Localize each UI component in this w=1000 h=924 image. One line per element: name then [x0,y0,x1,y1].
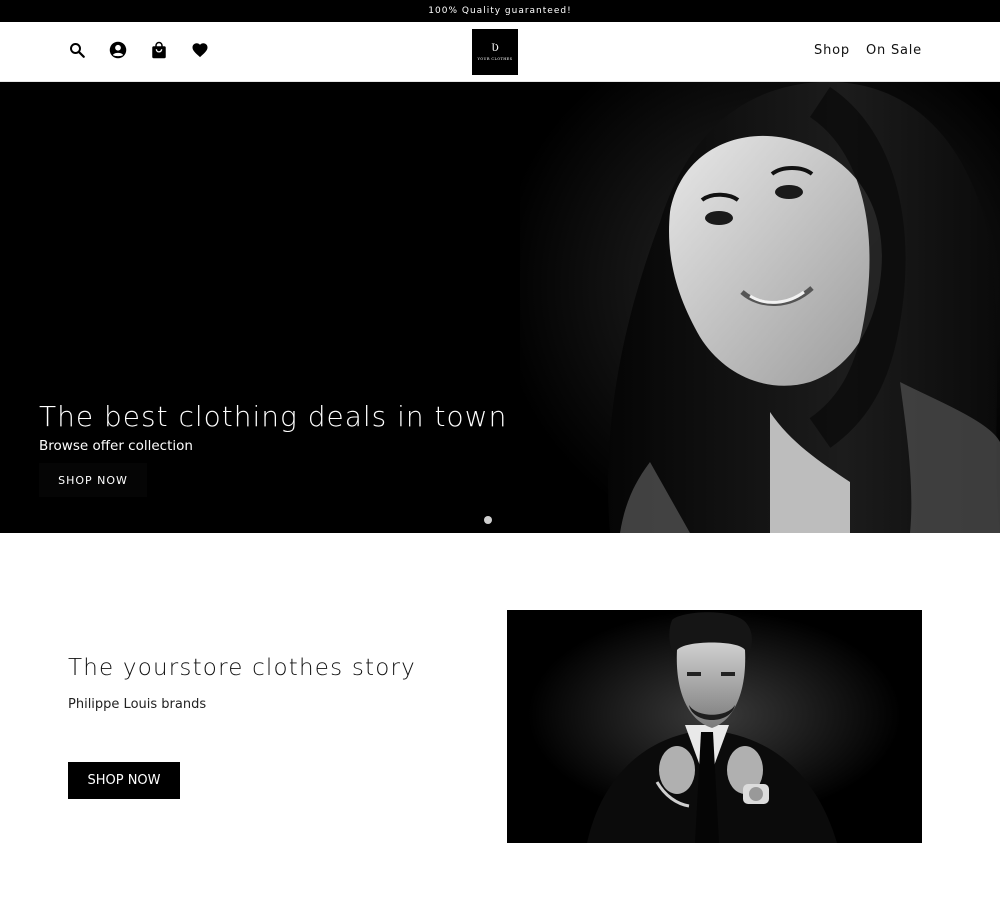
hero-woman-portrait [520,82,1000,533]
hero-banner: The best clothing deals in town Browse o… [0,82,1000,533]
announcement-bar: 100% Quality guaranteed! [0,0,1000,22]
story-subtitle: Philippe Louis brands [68,697,207,712]
hero-subtitle: Browse offer collection [39,438,193,454]
site-header: Ʋ YOUR CLOTHES Shop On Sale [0,22,1000,82]
bag-icon[interactable] [150,41,168,59]
heart-icon[interactable] [191,41,209,59]
story-shop-now-button[interactable]: SHOP NOW [68,762,180,799]
story-title: The yourstore clothes story [68,655,416,681]
logo-text: YOUR CLOTHES [477,56,513,61]
hero-title: The best clothing deals in town [39,400,508,433]
account-icon[interactable] [109,41,127,59]
main-nav: Shop On Sale [814,43,922,58]
story-man-portrait [507,610,922,843]
hero-shop-now-button[interactable]: SHOP NOW [39,463,147,497]
search-icon[interactable] [68,41,86,59]
logo-mark: Ʋ [491,42,499,54]
announcement-text: 100% Quality guaranteed! [428,6,572,16]
carousel-dot[interactable] [484,516,492,524]
nav-shop-link[interactable]: Shop [814,43,850,58]
header-icons [68,41,209,59]
site-logo[interactable]: Ʋ YOUR CLOTHES [472,29,518,75]
nav-on-sale-link[interactable]: On Sale [866,43,922,58]
